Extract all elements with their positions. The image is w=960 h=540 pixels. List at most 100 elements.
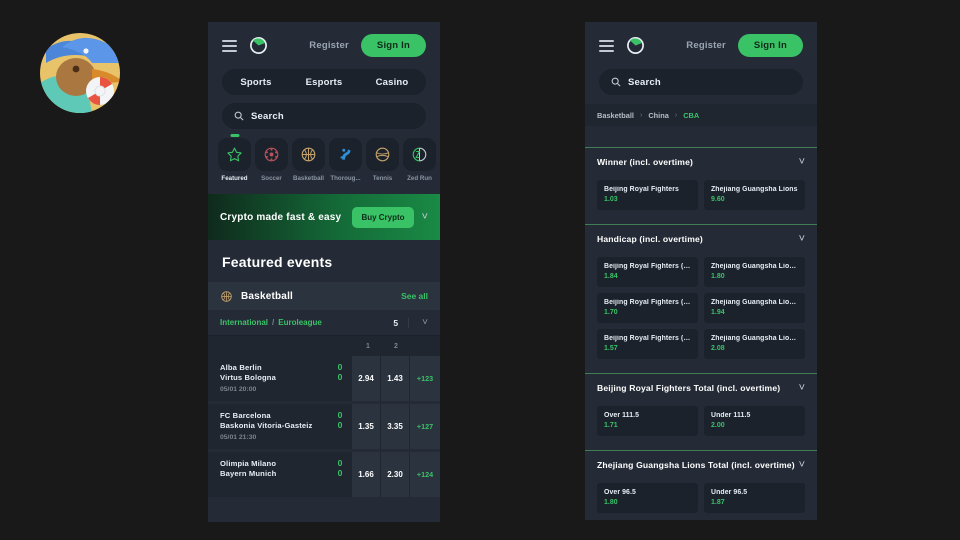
tab-casino[interactable]: Casino [358, 77, 426, 88]
category-label: Zed Run [407, 175, 432, 182]
selection-button[interactable]: Zhejiang Guangsha Lions 9.60 [704, 180, 805, 210]
home-team-name: FC Barcelona [220, 410, 271, 420]
chevron-down-icon[interactable]: ˅ [799, 233, 805, 245]
selection-button[interactable]: Beijing Royal Fighters 1.03 [597, 180, 698, 210]
category-zed-run[interactable]: Zed Run [403, 138, 436, 182]
market-selections: Over 111.5 1.71 Under 111.5 2.00 [585, 402, 817, 446]
selection-odds: 1.70 [604, 309, 618, 316]
selection-button[interactable]: Zhejiang Guangsha Lions (+14.5) 1.94 [704, 293, 805, 323]
category-tile [255, 138, 288, 171]
market-header[interactable]: Zhejiang Guangsha Lions Total (incl. ove… [585, 451, 817, 479]
selection-button[interactable]: Under 96.5 1.87 [704, 483, 805, 513]
hamburger-menu-icon[interactable] [222, 39, 237, 52]
selection-odds: 1.94 [711, 309, 725, 316]
league-header[interactable]: International / Euroleague 5 ˅ [208, 310, 440, 336]
tab-sports[interactable]: Sports [222, 77, 290, 88]
team-line: Virtus Bologna 0 [220, 372, 351, 382]
odds-button-1[interactable]: 1.66 [352, 452, 380, 497]
selection-button[interactable]: Over 96.5 1.80 [597, 483, 698, 513]
search-input[interactable]: Search [222, 103, 426, 129]
breadcrumb-item-china[interactable]: China [648, 111, 669, 120]
event-teams: FC Barcelona 0 Baskonia Vitoria-Gasteiz 0 … [208, 404, 351, 449]
selection-button[interactable]: Beijing Royal Fighters (-15.5) 1.84 [597, 257, 698, 287]
kiwi-bird-avatar-icon [40, 33, 120, 113]
breadcrumb-item-basketball[interactable]: Basketball [597, 111, 634, 120]
selection-odds: 1.57 [604, 345, 618, 352]
hamburger-menu-icon[interactable] [599, 39, 614, 52]
category-featured[interactable]: Featured [218, 134, 251, 182]
register-link[interactable]: Register [309, 40, 349, 51]
odds-button-2[interactable]: 3.35 [381, 404, 409, 449]
market-selections: Beijing Royal Fighters (-15.5) 1.84 Zhej… [585, 253, 817, 369]
search-icon [611, 77, 621, 87]
category-basketball[interactable]: Basketball [292, 138, 325, 182]
see-all-link[interactable]: See all [401, 291, 428, 301]
brand-logo-icon[interactable] [249, 36, 268, 55]
league-name: Euroleague [278, 318, 322, 327]
sign-in-button[interactable]: Sign In [737, 34, 803, 57]
event-teams: Alba Berlin 0 Virtus Bologna 0 05/01 20:00 [208, 356, 351, 401]
table-row[interactable]: Alba Berlin 0 Virtus Bologna 0 05/01 20:00… [208, 356, 440, 401]
event-time: 05/01 21:30 [220, 434, 257, 441]
table-row[interactable]: Olimpia Milano 0 Bayern Munich 0 1.66 2.30… [208, 452, 440, 497]
market-title: Beijing Royal Fighters Total (incl. over… [597, 383, 781, 393]
breadcrumb-item-cba[interactable]: CBA [683, 111, 699, 120]
category-thoroughbred[interactable]: Thoroug... [329, 138, 362, 182]
market-zhejiang-total: Zhejiang Guangsha Lions Total (incl. ove… [585, 450, 817, 520]
table-row[interactable]: FC Barcelona 0 Baskonia Vitoria-Gasteiz 0 … [208, 404, 440, 449]
selection-name: Beijing Royal Fighters [604, 186, 679, 193]
crypto-promo-banner: Crypto made fast & easy Buy Crypto ˅ [208, 194, 440, 240]
odds-button-1[interactable]: 2.94 [352, 356, 380, 401]
selection-button[interactable]: Under 111.5 2.00 [704, 406, 805, 436]
team-line: Alba Berlin 0 [220, 362, 351, 372]
tab-esports[interactable]: Esports [290, 77, 358, 88]
selection-odds: 9.60 [711, 196, 725, 203]
category-tile [403, 138, 436, 171]
chevron-down-icon[interactable]: ˅ [413, 317, 428, 328]
odds-button-2[interactable]: 2.30 [381, 452, 409, 497]
brand-logo-icon[interactable] [626, 36, 645, 55]
selection-button[interactable]: Zhejiang Guangsha Lions (+13.5) 2.08 [704, 329, 805, 359]
tennis-ball-icon [375, 147, 390, 162]
market-title: Winner (incl. overtime) [597, 157, 694, 167]
category-tennis[interactable]: Tennis [366, 138, 399, 182]
selection-button[interactable]: Beijing Royal Fighters (-14.5) 1.70 [597, 293, 698, 323]
more-markets-button[interactable]: +127 [410, 404, 440, 449]
market-header[interactable]: Beijing Royal Fighters Total (incl. over… [585, 374, 817, 402]
odds-col-2-label: 2 [394, 342, 398, 350]
selection-odds: 2.00 [711, 422, 725, 429]
selection-button[interactable]: Over 111.5 1.71 [597, 406, 698, 436]
chevron-down-icon[interactable]: ˅ [422, 211, 428, 223]
chevron-down-icon[interactable]: ˅ [799, 156, 805, 168]
chevron-down-icon[interactable]: ˅ [799, 459, 805, 471]
selection-button[interactable]: Beijing Royal Fighters (-13.5) 1.57 [597, 329, 698, 359]
chevron-down-icon[interactable]: ˅ [799, 382, 805, 394]
event-time: 05/01 20:00 [220, 386, 257, 393]
chevron-right-icon: › [674, 111, 678, 119]
selection-button[interactable]: Zhejiang Guangsha Lions (+15.5) 1.80 [704, 257, 805, 287]
odds-col-1-label: 1 [366, 342, 370, 350]
odds-button-1[interactable]: 1.35 [352, 404, 380, 449]
featured-events-title: Featured events [208, 240, 440, 282]
search-input[interactable]: Search [599, 69, 803, 95]
team-line: FC Barcelona 0 [220, 410, 351, 420]
spacer [585, 126, 817, 143]
register-link[interactable]: Register [686, 40, 726, 51]
market-header[interactable]: Winner (incl. overtime) ˅ [585, 148, 817, 176]
category-soccer[interactable]: Soccer [255, 138, 288, 182]
selection-name: Beijing Royal Fighters (-15.5) [604, 263, 691, 270]
odds-button-2[interactable]: 1.43 [381, 356, 409, 401]
league-region: International [220, 318, 269, 327]
selection-name: Zhejiang Guangsha Lions (+15.5) [711, 263, 798, 270]
home-team-score: 0 [337, 362, 343, 372]
more-markets-button[interactable]: +123 [410, 356, 440, 401]
market-handicap: Handicap (incl. overtime) ˅ Beijing Roya… [585, 224, 817, 369]
sign-in-button[interactable]: Sign In [360, 34, 426, 57]
left-top-bar: Register Sign In [208, 22, 440, 69]
market-header[interactable]: Handicap (incl. overtime) ˅ [585, 225, 817, 253]
buy-crypto-button[interactable]: Buy Crypto [352, 206, 414, 228]
more-markets-button[interactable]: +124 [410, 452, 440, 497]
screenshot-root: Register Sign In Sports Esports Casino S… [0, 0, 960, 540]
breadcrumb: Basketball › China › CBA [585, 104, 817, 126]
selection-odds: 1.71 [604, 422, 618, 429]
